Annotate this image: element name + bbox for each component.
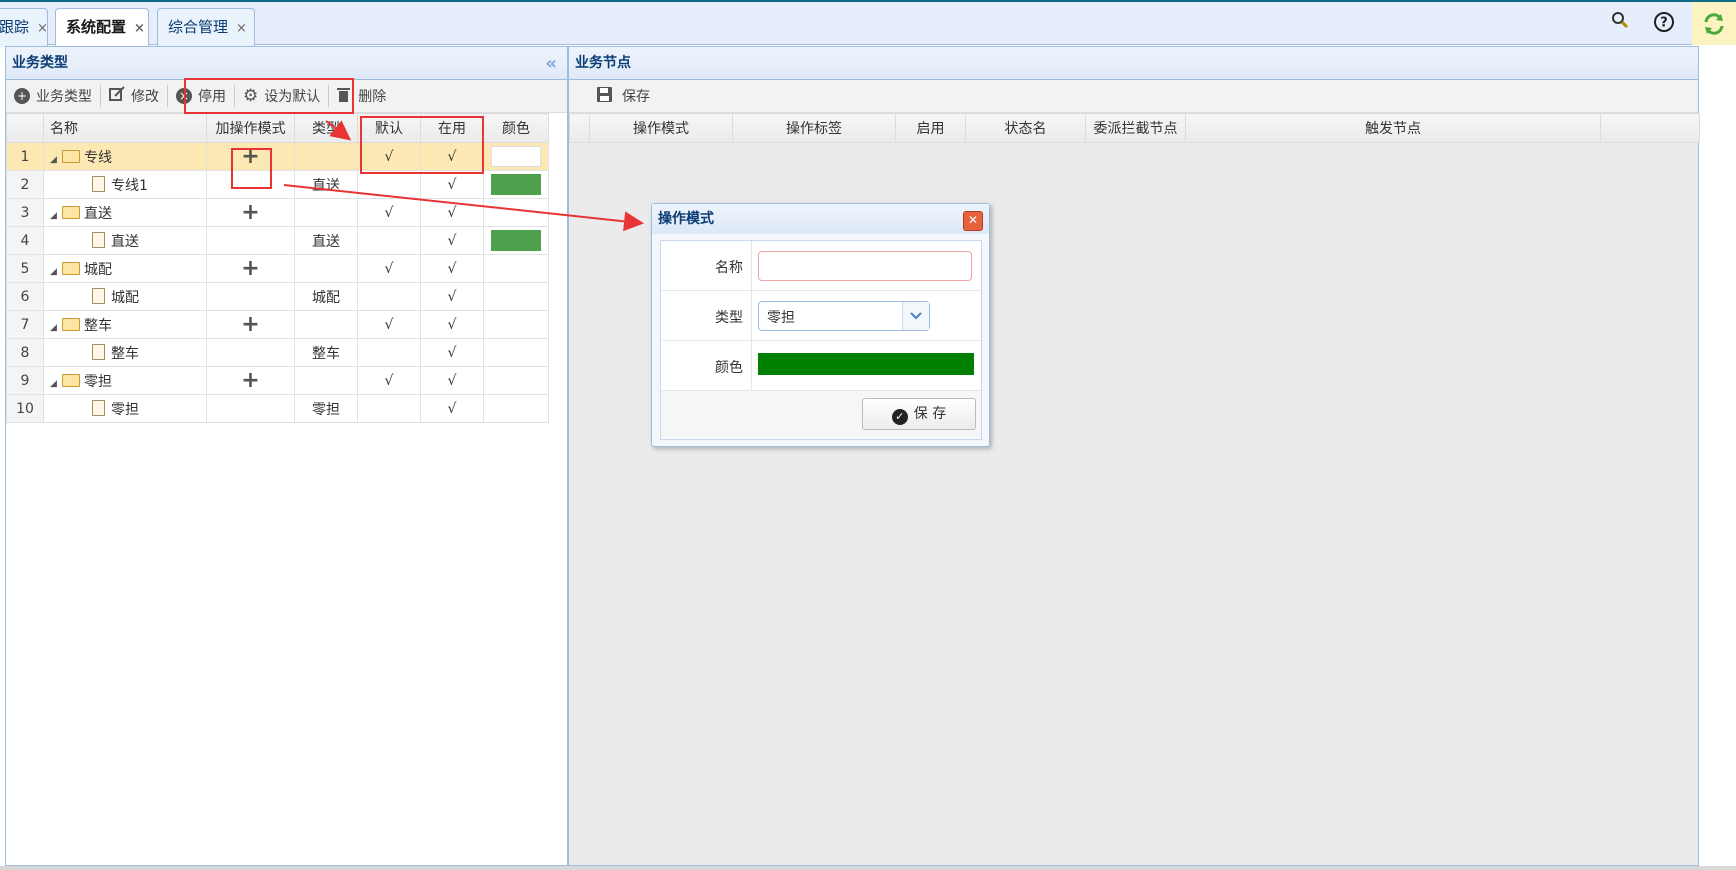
operation-mode-dialog: 操作模式 ✕ 名称 类型 零担 颜色 ✓ 保 存 [651,203,990,447]
button-label: 保 存 [913,406,947,422]
type-select[interactable]: 零担 [758,301,930,331]
dialog-form: 名称 类型 零担 颜色 ✓ 保 存 [660,240,982,440]
check-circle-icon: ✓ [891,409,908,425]
close-icon[interactable]: ✕ [963,211,983,231]
color-picker[interactable] [758,353,974,375]
form-cell [751,341,981,390]
form-actions: ✓ 保 存 [661,391,981,439]
name-label: 名称 [715,260,743,276]
form-row-name: 名称 [661,241,981,291]
name-input[interactable] [758,251,972,281]
dialog-title: 操作模式 [652,204,989,234]
form-cell [751,241,981,290]
type-select-value: 零担 [767,310,795,326]
form-row-color: 颜色 [661,341,981,391]
form-cell: 零担 [751,291,981,340]
type-label: 类型 [715,310,743,326]
chevron-down-icon[interactable] [902,302,929,330]
color-label: 颜色 [715,360,743,376]
form-row-type: 类型 零担 [661,291,981,341]
dialog-save-button[interactable]: ✓ 保 存 [862,398,976,430]
